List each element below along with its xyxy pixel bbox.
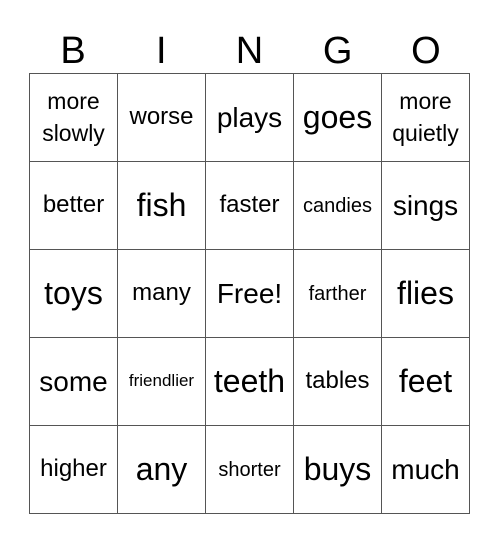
bingo-cell[interactable]: much — [382, 426, 470, 514]
bingo-cell[interactable]: higher — [30, 426, 118, 514]
bingo-cell[interactable]: tables — [294, 338, 382, 426]
bingo-cell[interactable]: sings — [382, 162, 470, 250]
bingo-cell[interactable]: more slowly — [30, 74, 118, 162]
header-letter-g: G — [322, 29, 353, 72]
bingo-cell[interactable]: flies — [382, 250, 470, 338]
bingo-cell[interactable]: teeth — [206, 338, 294, 426]
bingo-cell[interactable]: toys — [30, 250, 118, 338]
header-letter-o: O — [411, 29, 441, 72]
bingo-cell[interactable]: feet — [382, 338, 470, 426]
bingo-cell[interactable]: farther — [294, 250, 382, 338]
bingo-cell[interactable]: worse — [118, 74, 206, 162]
header-letter-b: B — [60, 29, 86, 72]
bingo-cell[interactable]: shorter — [206, 426, 294, 514]
bingo-cell[interactable]: some — [30, 338, 118, 426]
bingo-cell[interactable]: any — [118, 426, 206, 514]
bingo-cell[interactable]: plays — [206, 74, 294, 162]
bingo-cell[interactable]: goes — [294, 74, 382, 162]
free-space-cell[interactable]: Free! — [206, 250, 294, 338]
bingo-cell[interactable]: more quietly — [382, 74, 470, 162]
bingo-cell[interactable]: better — [30, 162, 118, 250]
bingo-cell[interactable]: fish — [118, 162, 206, 250]
header-letter-n: N — [235, 29, 264, 72]
bingo-cell[interactable]: faster — [206, 162, 294, 250]
bingo-cell[interactable]: friendlier — [118, 338, 206, 426]
bingo-cell[interactable]: buys — [294, 426, 382, 514]
bingo-grid: more slowly worse plays goes more quietl… — [29, 73, 470, 514]
bingo-header: B I N G O — [29, 28, 470, 73]
bingo-cell[interactable]: candies — [294, 162, 382, 250]
bingo-cell[interactable]: many — [118, 250, 206, 338]
header-letter-i: I — [156, 29, 167, 72]
